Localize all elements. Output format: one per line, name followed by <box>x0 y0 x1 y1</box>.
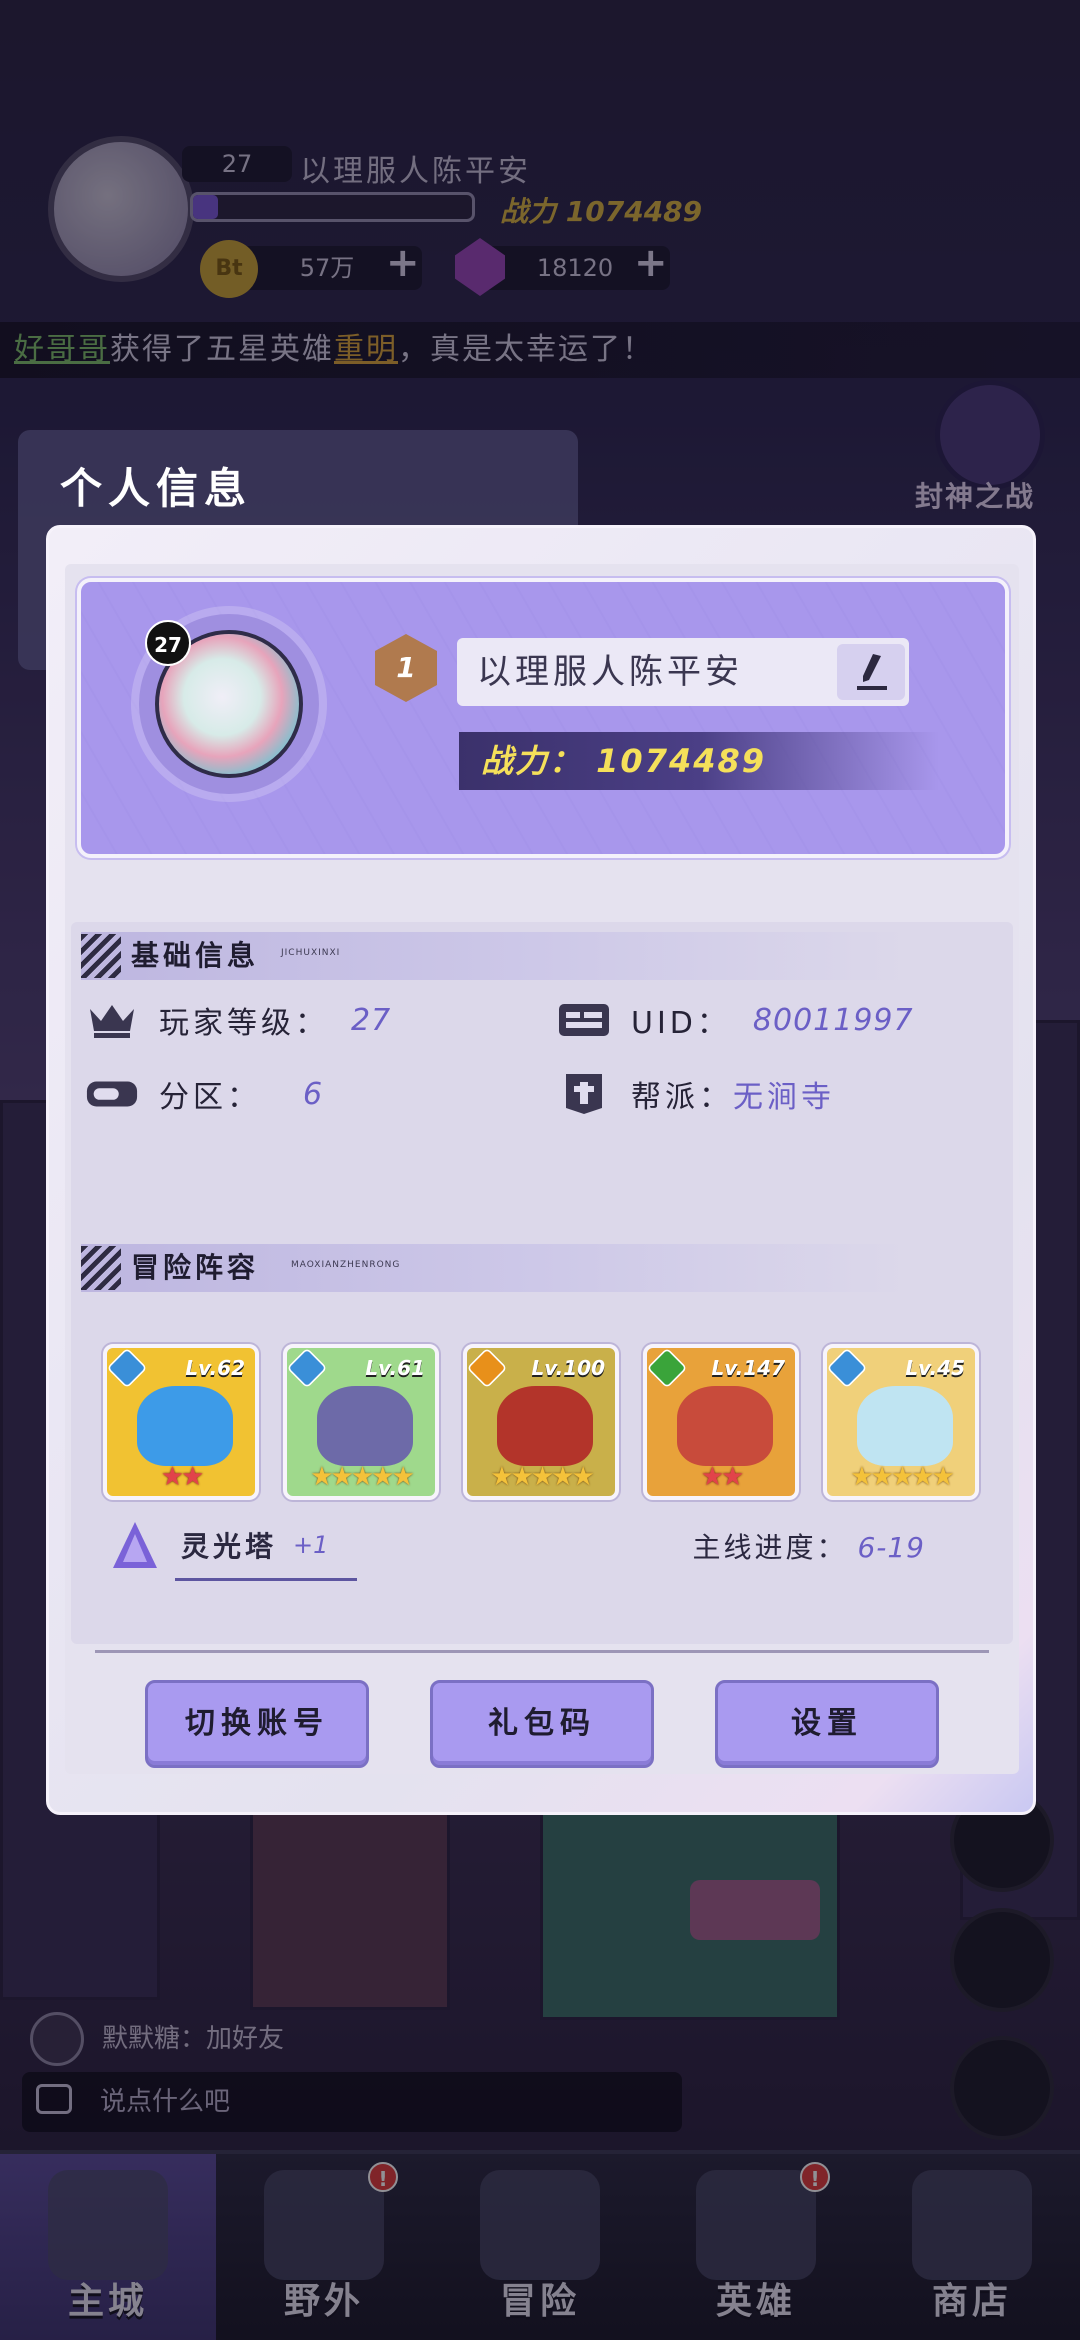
stripes-decoration <box>81 1246 121 1290</box>
server-label: 分区： <box>159 1080 261 1115</box>
avatar-frame[interactable]: 27 <box>139 614 319 794</box>
combat-power-value: 1074489 <box>596 742 767 780</box>
spirit-tower-label: 灵光塔 <box>181 1530 278 1563</box>
hero-portrait <box>137 1386 233 1466</box>
player-level-value: 27 <box>351 1002 392 1038</box>
server-row: 分区： 6 <box>85 1072 323 1116</box>
crystal-tower-icon <box>113 1522 157 1568</box>
profile-card: 27 1 以理服人陈平安 战力： 1074489 <box>77 578 1009 858</box>
guild-value[interactable]: 无涧寺 <box>733 1072 835 1116</box>
rank-badge: 1 <box>375 634 437 702</box>
combat-power: 战力： 1074489 <box>459 732 939 790</box>
uid-row: UID： 80011997 <box>557 998 914 1042</box>
hero-card[interactable]: Lv.61 ★★★★★ <box>283 1344 439 1500</box>
wood-element-icon <box>647 1348 688 1389</box>
pencil-icon <box>857 654 887 690</box>
hero-stars: ★★★★★ <box>850 1462 955 1492</box>
main-progress: 主线进度： 6-19 <box>692 1526 925 1566</box>
gift-code-button[interactable]: 礼包码 <box>430 1680 654 1768</box>
hero-level: Lv.62 <box>185 1356 245 1380</box>
section-title: 冒险阵容 <box>131 1251 260 1284</box>
server-value: 6 <box>303 1076 324 1112</box>
hero-card[interactable]: Lv.147 ★★ <box>643 1344 799 1500</box>
uid-value[interactable]: 80011997 <box>753 1003 914 1038</box>
tower-underline <box>175 1578 357 1581</box>
main-progress-label: 主线进度： <box>692 1531 848 1564</box>
hero-card[interactable]: Lv.45 ★★★★★ <box>823 1344 979 1500</box>
guild-banner-icon <box>557 1074 611 1114</box>
hero-portrait <box>677 1386 773 1466</box>
guild-row: 帮派： 无涧寺 <box>557 1072 835 1116</box>
hero-level: Lv.45 <box>905 1356 965 1380</box>
profile-dialog: 27 1 以理服人陈平安 战力： 1074489 基础信息 JICHUXINXI <box>46 525 1036 1815</box>
water-element-icon <box>287 1348 328 1389</box>
spirit-tower-row[interactable]: 灵光塔 +1 <box>111 1520 328 1570</box>
section-header-basic: 基础信息 JICHUXINXI <box>81 932 911 980</box>
main-progress-value: 6-19 <box>857 1531 925 1564</box>
hero-stars: ★★ <box>160 1462 205 1492</box>
rename-button[interactable] <box>837 644 905 700</box>
hero-level: Lv.100 <box>531 1356 606 1380</box>
section-subtitle: JICHUXINXI <box>281 948 341 958</box>
section-subtitle: MAOXIANZHENRONG <box>291 1260 401 1270</box>
hero-level: Lv.61 <box>365 1356 425 1380</box>
hero-level: Lv.147 <box>711 1356 786 1380</box>
hero-portrait <box>857 1386 953 1466</box>
guild-label: 帮派： <box>631 1080 733 1115</box>
player-level-label: 玩家等级： <box>159 1006 329 1041</box>
hero-card[interactable]: Lv.62 ★★ <box>103 1344 259 1500</box>
player-name: 以理服人陈平安 <box>477 652 743 692</box>
section-title: 基础信息 <box>131 939 260 972</box>
info-panel: 基础信息 JICHUXINXI 玩家等级： 27 UID： 80011997 分… <box>71 922 1013 1644</box>
settings-button[interactable]: 设置 <box>715 1680 939 1768</box>
section-header-lineup: 冒险阵容 MAOXIANZHENRONG <box>81 1244 911 1292</box>
water-element-icon <box>107 1348 148 1389</box>
modal-title: 个人信息 <box>60 464 253 513</box>
stripes-decoration <box>81 934 121 978</box>
spirit-tower-value: +1 <box>293 1531 329 1559</box>
server-icon <box>85 1074 139 1114</box>
hero-portrait <box>497 1386 593 1466</box>
hero-stars: ★★★★★ <box>310 1462 415 1492</box>
divider <box>95 1650 989 1653</box>
crown-icon <box>85 1000 139 1040</box>
dialog-body: 27 1 以理服人陈平安 战力： 1074489 基础信息 JICHUXINXI <box>65 564 1019 1774</box>
combat-power-label: 战力： <box>481 742 584 780</box>
fire-element-icon <box>467 1348 508 1389</box>
id-card-icon <box>557 1000 611 1040</box>
switch-account-button[interactable]: 切换账号 <box>145 1680 369 1768</box>
hero-portrait <box>317 1386 413 1466</box>
player-level-row: 玩家等级： 27 <box>85 998 391 1042</box>
water-element-icon <box>827 1348 868 1389</box>
uid-label: UID： <box>631 1006 731 1041</box>
hero-stars: ★★ <box>700 1462 745 1492</box>
hero-card[interactable]: Lv.100 ★★★★★ <box>463 1344 619 1500</box>
avatar-level-badge: 27 <box>145 620 191 666</box>
hero-stars: ★★★★★ <box>490 1462 595 1492</box>
